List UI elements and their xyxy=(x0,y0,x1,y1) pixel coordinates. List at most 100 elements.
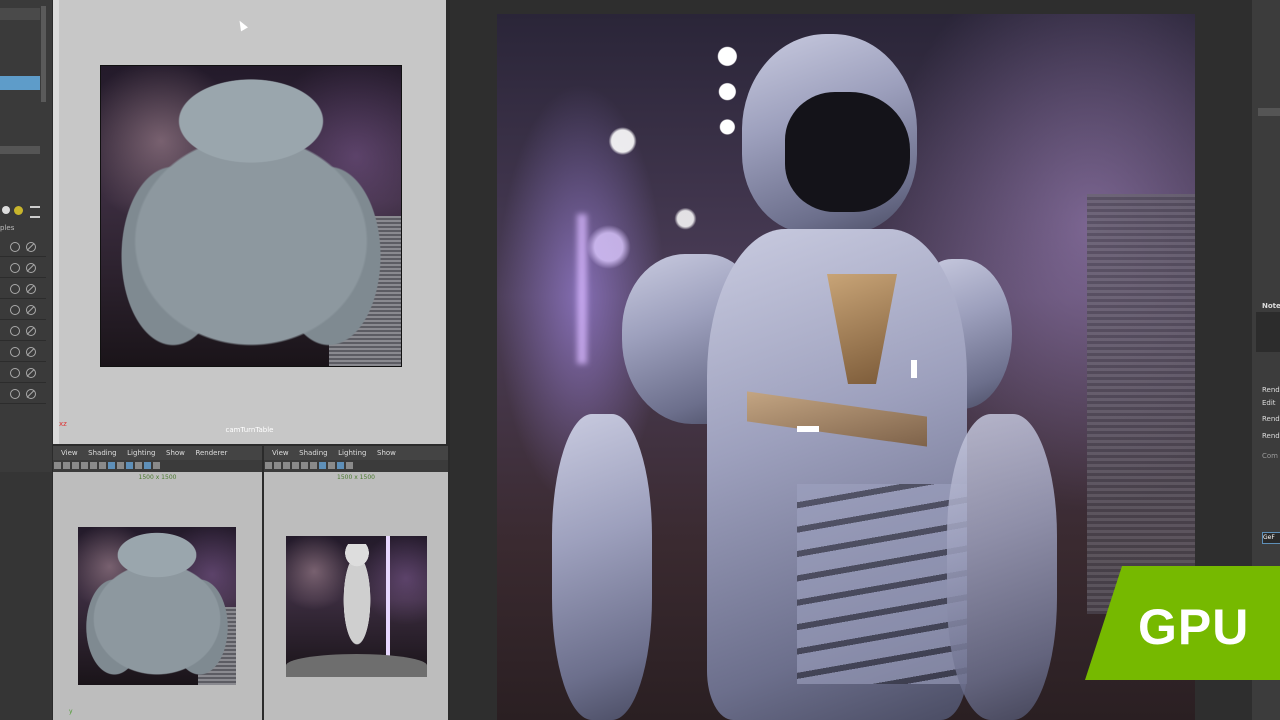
bookmark-icon[interactable] xyxy=(283,462,290,469)
menu-show[interactable]: Show xyxy=(166,446,185,460)
neon-light xyxy=(386,536,390,656)
render-label: Rend xyxy=(1262,415,1280,423)
lock-icon[interactable] xyxy=(274,462,281,469)
render-label: Rend xyxy=(1262,386,1280,394)
menu-show[interactable]: Show xyxy=(377,446,396,460)
panel-toolbar xyxy=(264,460,448,472)
camera-view[interactable] xyxy=(100,65,402,367)
disable-icon[interactable] xyxy=(26,305,36,315)
layer-row[interactable] xyxy=(0,364,46,383)
layer-row[interactable] xyxy=(0,385,46,404)
suit-light xyxy=(911,360,917,378)
scrollbar[interactable] xyxy=(41,6,46,102)
axis-indicator: xz xyxy=(59,420,67,428)
camera-view-left[interactable] xyxy=(78,527,236,685)
wireframe-icon[interactable] xyxy=(108,462,115,469)
menu-renderer[interactable]: Renderer xyxy=(195,446,227,460)
section-label: ples xyxy=(0,224,15,232)
camera-icon[interactable] xyxy=(265,462,272,469)
film-gate-icon[interactable] xyxy=(310,462,317,469)
menu-view[interactable]: View xyxy=(61,446,78,460)
gpu-badge-text: GPU xyxy=(1138,599,1250,655)
visibility-icon[interactable] xyxy=(10,389,20,399)
gpu-field[interactable]: GeF xyxy=(1262,532,1280,544)
camera-view-right[interactable] xyxy=(286,536,427,677)
layer-row[interactable] xyxy=(0,343,46,362)
lights-icon[interactable] xyxy=(135,462,142,469)
main-viewport[interactable]: camTurnTable xz xyxy=(53,0,446,444)
camera-icon[interactable] xyxy=(54,462,61,469)
shadows-icon[interactable] xyxy=(144,462,151,469)
robot-model xyxy=(342,544,372,656)
disable-icon[interactable] xyxy=(26,326,36,336)
layer-row[interactable] xyxy=(0,280,46,299)
menu-shading[interactable]: Shading xyxy=(299,446,327,460)
slider-track[interactable] xyxy=(0,146,40,154)
floor-disc xyxy=(286,654,427,677)
disable-icon[interactable] xyxy=(26,263,36,273)
axis-indicator: y xyxy=(69,708,73,715)
grid-icon[interactable] xyxy=(301,462,308,469)
disable-icon[interactable] xyxy=(26,389,36,399)
disable-icon[interactable] xyxy=(26,284,36,294)
disable-icon[interactable] xyxy=(26,368,36,378)
viewport-panel-left[interactable]: View Shading Lighting Show Renderer 1500… xyxy=(53,446,262,720)
disable-icon[interactable] xyxy=(26,347,36,357)
notes-field[interactable] xyxy=(1256,312,1280,352)
list-icon[interactable] xyxy=(30,206,40,218)
panel-toolbar xyxy=(53,460,262,472)
wireframe-icon[interactable] xyxy=(319,462,326,469)
robot-model xyxy=(86,531,228,685)
image-plane-icon[interactable] xyxy=(292,462,299,469)
visibility-icon[interactable] xyxy=(10,284,20,294)
visibility-icon[interactable] xyxy=(10,305,20,315)
bookmark-icon[interactable] xyxy=(72,462,79,469)
notes-label: Note xyxy=(1262,302,1280,310)
layer-row[interactable] xyxy=(0,322,46,341)
smooth-shade-icon[interactable] xyxy=(117,462,124,469)
render-image[interactable] xyxy=(497,14,1195,720)
cursor-icon xyxy=(236,18,248,32)
visibility-icon[interactable] xyxy=(10,263,20,273)
textured-icon[interactable] xyxy=(337,462,344,469)
component-label: Com xyxy=(1262,452,1278,460)
visor xyxy=(785,92,910,212)
visibility-icon[interactable] xyxy=(10,242,20,252)
smooth-shade-icon[interactable] xyxy=(328,462,335,469)
selected-item[interactable] xyxy=(0,76,40,90)
textured-icon[interactable] xyxy=(126,462,133,469)
menu-shading[interactable]: Shading xyxy=(88,446,116,460)
scroll-up-button[interactable] xyxy=(1258,108,1280,116)
panel-strip xyxy=(0,8,40,20)
visibility-icon[interactable] xyxy=(10,326,20,336)
disable-icon[interactable] xyxy=(26,242,36,252)
visibility-icon[interactable] xyxy=(10,368,20,378)
isolate-icon[interactable] xyxy=(153,462,160,469)
light-icon[interactable] xyxy=(14,206,23,215)
menu-lighting[interactable]: Lighting xyxy=(338,446,366,460)
outliner-toolbar xyxy=(0,204,46,218)
shutter-graphic xyxy=(1087,194,1195,614)
edit-label[interactable]: Edit xyxy=(1262,399,1276,407)
layer-row[interactable] xyxy=(0,301,46,320)
robot-model xyxy=(121,76,381,366)
abdomen-plates xyxy=(797,484,967,684)
layer-row[interactable] xyxy=(0,259,46,278)
render-label: Rend xyxy=(1262,432,1280,440)
panel-menubar: View Shading Lighting Show xyxy=(264,446,448,460)
viewport-panel-right[interactable]: View Shading Lighting Show 1500 x 1500 xyxy=(264,446,448,720)
menu-lighting[interactable]: Lighting xyxy=(127,446,155,460)
layer-row[interactable] xyxy=(0,238,46,257)
image-plane-icon[interactable] xyxy=(81,462,88,469)
viewport-edge xyxy=(53,0,59,444)
visibility-icon[interactable] xyxy=(10,347,20,357)
film-gate-icon[interactable] xyxy=(99,462,106,469)
lock-icon[interactable] xyxy=(63,462,70,469)
neon-light xyxy=(577,214,587,364)
filter-icon[interactable] xyxy=(2,206,10,214)
grid-icon[interactable] xyxy=(90,462,97,469)
resolution-label: 1500 x 1500 xyxy=(337,474,375,481)
menu-view[interactable]: View xyxy=(272,446,289,460)
suit-light xyxy=(797,426,819,432)
lights-icon[interactable] xyxy=(346,462,353,469)
